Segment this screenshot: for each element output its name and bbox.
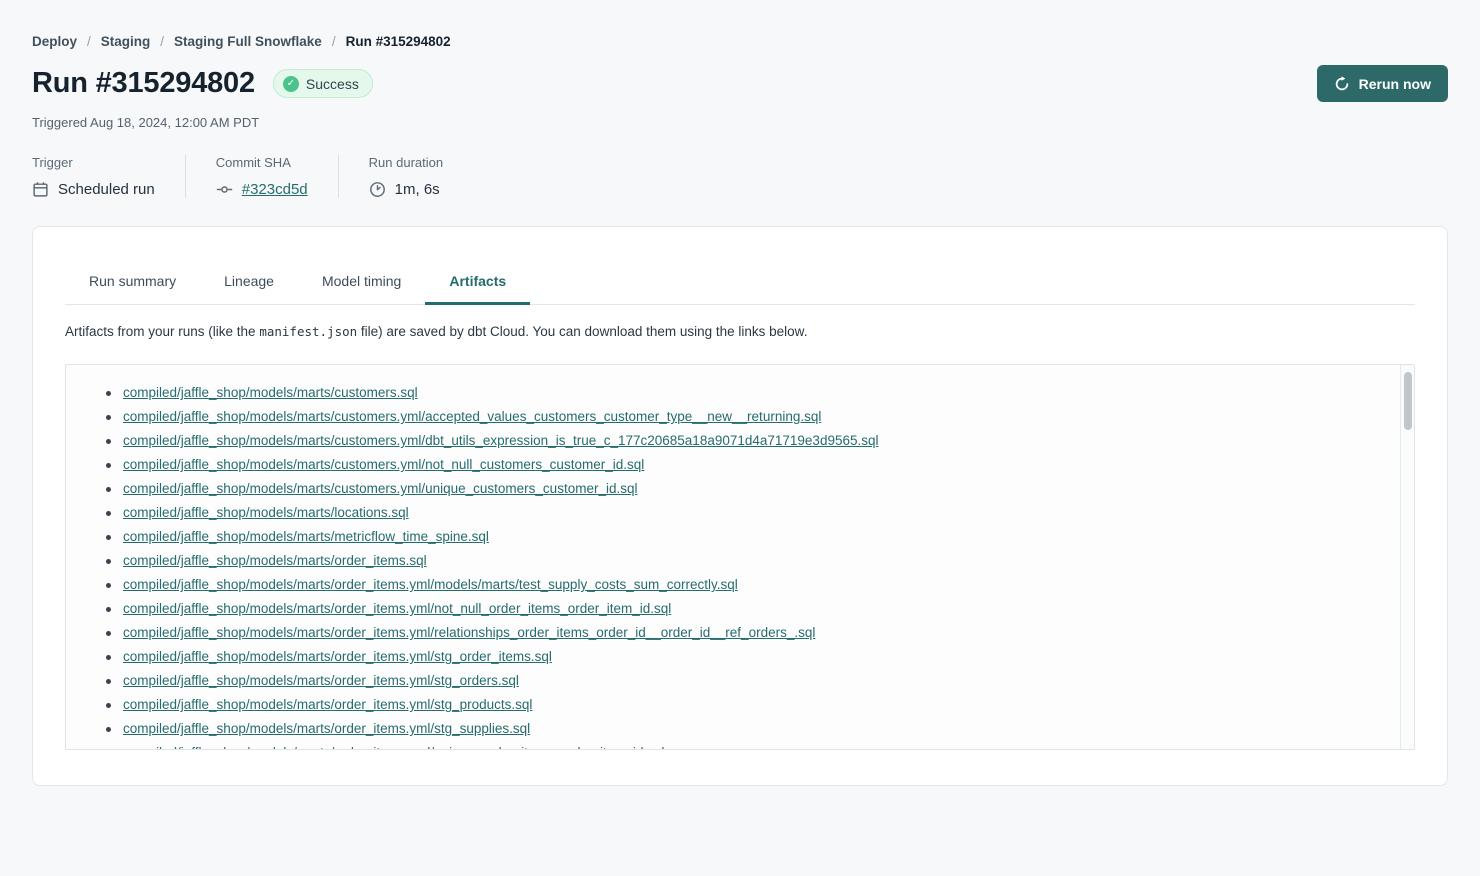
artifacts-description-text: file) are saved by dbt Cloud. You can do… <box>357 324 807 339</box>
breadcrumb-separator: / <box>87 34 91 49</box>
artifact-list-item: compiled/jaffle_shop/models/marts/custom… <box>106 381 1384 405</box>
artifact-list-item: compiled/jaffle_shop/models/marts/order_… <box>106 597 1384 621</box>
run-duration-label: Run duration <box>369 155 443 170</box>
title-group: Run #315294802 ✓ Success <box>32 67 373 100</box>
breadcrumb-separator: / <box>332 34 336 49</box>
run-duration-value: 1m, 6s <box>395 181 440 198</box>
artifact-link[interactable]: compiled/jaffle_shop/models/marts/custom… <box>123 433 879 448</box>
tab-bar: Run summary Lineage Model timing Artifac… <box>65 273 1415 305</box>
artifact-link[interactable]: compiled/jaffle_shop/models/marts/order_… <box>123 745 665 750</box>
rerun-now-button[interactable]: Rerun now <box>1317 65 1448 102</box>
clock-icon <box>369 181 386 198</box>
artifact-link[interactable]: compiled/jaffle_shop/models/marts/order_… <box>123 577 738 592</box>
artifact-list-item: compiled/jaffle_shop/models/marts/order_… <box>106 741 1384 750</box>
artifact-list-item: compiled/jaffle_shop/models/marts/custom… <box>106 453 1384 477</box>
artifact-list-item: compiled/jaffle_shop/models/marts/order_… <box>106 621 1384 645</box>
calendar-icon <box>32 181 49 198</box>
artifacts-description: Artifacts from your runs (like the manif… <box>65 324 1415 339</box>
artifact-link[interactable]: compiled/jaffle_shop/models/marts/order_… <box>123 721 530 736</box>
artifact-link[interactable]: compiled/jaffle_shop/models/marts/order_… <box>123 625 815 640</box>
scrollbar-track[interactable] <box>1400 365 1414 749</box>
git-commit-icon <box>216 181 233 198</box>
breadcrumb-current-run: Run #315294802 <box>346 34 451 49</box>
breadcrumb-job[interactable]: Staging Full Snowflake <box>174 34 322 49</box>
commit-sha-label: Commit SHA <box>216 155 308 170</box>
artifact-link[interactable]: compiled/jaffle_shop/models/marts/order_… <box>123 697 532 712</box>
triggered-timestamp: Triggered Aug 18, 2024, 12:00 AM PDT <box>32 115 1448 130</box>
run-meta: Trigger Scheduled run Commit SHA <box>32 155 1448 198</box>
trigger-label: Trigger <box>32 155 155 170</box>
artifact-list: compiled/jaffle_shop/models/marts/custom… <box>66 365 1414 750</box>
page-title: Run #315294802 <box>32 67 255 100</box>
artifact-list-item: compiled/jaffle_shop/models/marts/order_… <box>106 669 1384 693</box>
artifact-list-item: compiled/jaffle_shop/models/marts/order_… <box>106 693 1384 717</box>
artifact-list-item: compiled/jaffle_shop/models/marts/locati… <box>106 501 1384 525</box>
artifacts-description-text: Artifacts from your runs (like the <box>65 324 259 339</box>
tab-model-timing[interactable]: Model timing <box>298 273 425 305</box>
artifact-list-container: compiled/jaffle_shop/models/marts/custom… <box>65 364 1415 750</box>
refresh-icon <box>1334 76 1350 92</box>
artifact-list-item: compiled/jaffle_shop/models/marts/metric… <box>106 525 1384 549</box>
meta-trigger: Trigger Scheduled run <box>32 155 185 198</box>
artifact-link[interactable]: compiled/jaffle_shop/models/marts/metric… <box>123 529 489 544</box>
artifact-link[interactable]: compiled/jaffle_shop/models/marts/locati… <box>123 505 409 520</box>
meta-commit: Commit SHA #323cd5d <box>185 155 338 198</box>
artifact-link[interactable]: compiled/jaffle_shop/models/marts/order_… <box>123 649 552 664</box>
artifact-link[interactable]: compiled/jaffle_shop/models/marts/order_… <box>123 673 519 688</box>
artifact-link[interactable]: compiled/jaffle_shop/models/marts/order_… <box>123 553 427 568</box>
status-badge-label: Success <box>306 76 359 92</box>
artifact-link[interactable]: compiled/jaffle_shop/models/marts/custom… <box>123 457 644 472</box>
artifact-list-item: compiled/jaffle_shop/models/marts/order_… <box>106 549 1384 573</box>
rerun-now-label: Rerun now <box>1359 76 1431 92</box>
breadcrumb-staging[interactable]: Staging <box>101 34 151 49</box>
artifact-list-item: compiled/jaffle_shop/models/marts/order_… <box>106 573 1384 597</box>
artifact-link[interactable]: compiled/jaffle_shop/models/marts/custom… <box>123 385 418 400</box>
manifest-json-code: manifest.json <box>259 324 357 339</box>
breadcrumb-separator: / <box>160 34 164 49</box>
artifact-list-item: compiled/jaffle_shop/models/marts/order_… <box>106 717 1384 741</box>
run-detail-page: Deploy / Staging / Staging Full Snowflak… <box>0 34 1480 786</box>
commit-sha-link[interactable]: #323cd5d <box>242 181 308 198</box>
breadcrumb-deploy[interactable]: Deploy <box>32 34 77 49</box>
breadcrumb: Deploy / Staging / Staging Full Snowflak… <box>32 34 1448 49</box>
tab-artifacts[interactable]: Artifacts <box>425 273 530 305</box>
artifact-link[interactable]: compiled/jaffle_shop/models/marts/custom… <box>123 481 637 496</box>
artifact-list-item: compiled/jaffle_shop/models/marts/custom… <box>106 405 1384 429</box>
artifact-list-item: compiled/jaffle_shop/models/marts/order_… <box>106 645 1384 669</box>
page-header: Run #315294802 ✓ Success Rerun now <box>32 65 1448 102</box>
run-detail-card: Run summary Lineage Model timing Artifac… <box>32 226 1448 786</box>
tab-run-summary[interactable]: Run summary <box>65 273 200 305</box>
scrollbar-thumb[interactable] <box>1404 372 1412 430</box>
artifact-list-item: compiled/jaffle_shop/models/marts/custom… <box>106 429 1384 453</box>
meta-duration: Run duration 1m, 6s <box>338 155 473 198</box>
status-badge: ✓ Success <box>273 69 373 98</box>
artifact-link[interactable]: compiled/jaffle_shop/models/marts/custom… <box>123 409 821 424</box>
artifact-list-item: compiled/jaffle_shop/models/marts/custom… <box>106 477 1384 501</box>
success-check-icon: ✓ <box>283 76 299 92</box>
tab-lineage[interactable]: Lineage <box>200 273 298 305</box>
trigger-value: Scheduled run <box>58 181 155 198</box>
artifact-link[interactable]: compiled/jaffle_shop/models/marts/order_… <box>123 601 671 616</box>
